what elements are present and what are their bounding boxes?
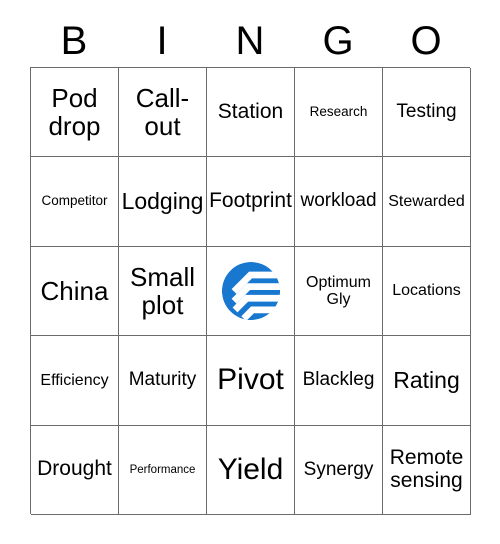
bingo-square-label: Pod drop bbox=[48, 83, 101, 142]
bingo-square[interactable]: Stewarded bbox=[383, 157, 471, 247]
bingo-square[interactable]: Locations bbox=[383, 246, 471, 337]
bingo-square[interactable]: Performance bbox=[119, 425, 207, 515]
bingo-square[interactable]: Research bbox=[295, 68, 383, 158]
bingo-square-label: Maturity bbox=[128, 369, 197, 391]
bingo-square[interactable]: Drought bbox=[31, 425, 119, 515]
bingo-square[interactable]: Pivot bbox=[207, 336, 295, 426]
bingo-square-label: Call-out bbox=[135, 83, 190, 142]
bingo-card: B I N G O Pod drop Call-out Station Rese… bbox=[0, 0, 500, 544]
bingo-square[interactable]: Station bbox=[207, 68, 295, 158]
bingo-square-label: Small plot bbox=[129, 261, 195, 320]
bingo-square[interactable]: Call-out bbox=[119, 68, 207, 158]
bingo-square[interactable]: Competitor bbox=[31, 157, 119, 247]
bingo-square-label: Competitor bbox=[41, 193, 108, 209]
company-logo-icon bbox=[221, 261, 280, 321]
bingo-square-label: Footprint bbox=[209, 189, 292, 213]
bingo-square-label: China bbox=[40, 275, 109, 306]
bingo-square-label: Performance bbox=[129, 463, 196, 476]
bingo-square-label: Yield bbox=[217, 452, 284, 486]
bingo-square[interactable]: Blackleg bbox=[295, 336, 383, 426]
header-letter-i: I bbox=[156, 18, 168, 63]
bingo-square[interactable]: Remote sensing bbox=[383, 425, 471, 515]
bingo-square-label: Rating bbox=[393, 366, 460, 393]
bingo-square-label: Drought bbox=[37, 457, 112, 481]
bingo-square[interactable]: Optimum Gly bbox=[295, 246, 383, 337]
bingo-square-label: Synergy bbox=[303, 458, 374, 480]
bingo-square-label: Efficiency bbox=[40, 371, 109, 389]
bingo-square-label: Locations bbox=[392, 282, 461, 300]
bingo-square[interactable]: Lodging bbox=[119, 157, 207, 247]
header-letter-g: G bbox=[322, 18, 354, 63]
bingo-square-label: Remote sensing bbox=[389, 446, 464, 492]
bingo-square[interactable]: Synergy bbox=[295, 425, 383, 515]
bingo-square-label: Research bbox=[309, 103, 368, 119]
bingo-square[interactable]: China bbox=[31, 246, 119, 337]
bingo-square[interactable]: Rating bbox=[383, 336, 471, 426]
bingo-header: B I N G O bbox=[30, 14, 470, 67]
bingo-square[interactable]: Maturity bbox=[119, 336, 207, 426]
bingo-square-label: Optimum Gly bbox=[306, 273, 371, 308]
bingo-square[interactable]: Small plot bbox=[119, 246, 207, 337]
bingo-square[interactable]: Efficiency bbox=[31, 336, 119, 426]
bingo-grid: Pod drop Call-out Station Research Testi… bbox=[30, 67, 471, 515]
bingo-square-label: workload bbox=[300, 190, 377, 212]
bingo-square-label: Testing bbox=[396, 100, 457, 122]
bingo-square-label: Pivot bbox=[217, 363, 284, 397]
bingo-free-space[interactable] bbox=[207, 246, 295, 337]
header-letter-o: O bbox=[410, 18, 442, 63]
header-letter-n: N bbox=[235, 18, 265, 63]
bingo-square-label: Station bbox=[217, 99, 284, 123]
bingo-square-label: Lodging bbox=[121, 188, 204, 215]
bingo-square[interactable]: workload bbox=[295, 157, 383, 247]
bingo-square[interactable]: Testing bbox=[383, 68, 471, 158]
bingo-square[interactable]: Pod drop bbox=[31, 68, 119, 158]
bingo-square[interactable]: Footprint bbox=[207, 157, 295, 247]
header-letter-b: B bbox=[60, 18, 88, 63]
bingo-square-label: Blackleg bbox=[302, 369, 375, 391]
bingo-square[interactable]: Yield bbox=[207, 425, 295, 515]
bingo-square-label: Stewarded bbox=[388, 192, 465, 210]
